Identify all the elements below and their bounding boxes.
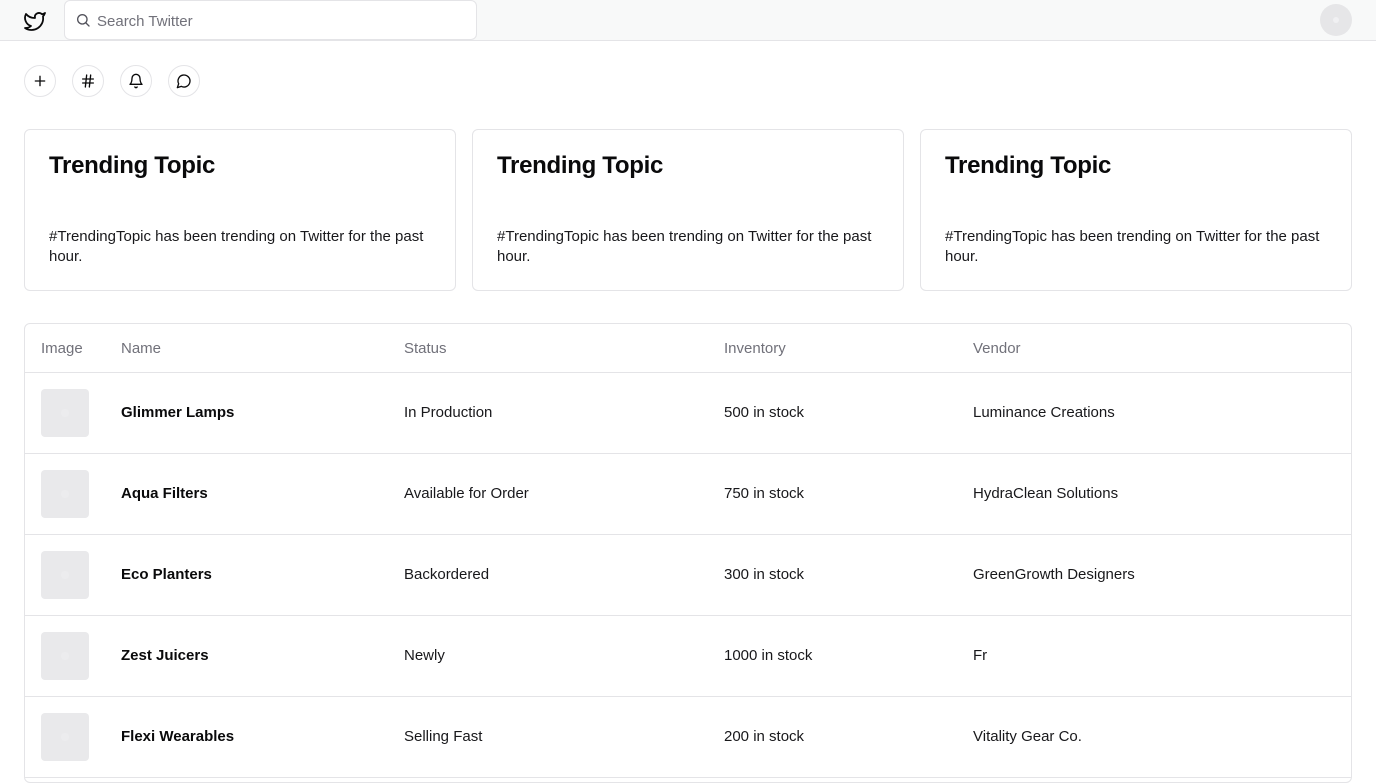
column-header-inventory: Inventory xyxy=(724,340,786,357)
search-icon xyxy=(77,14,90,27)
product-inventory: 200 in stock xyxy=(724,728,805,745)
product-vendor: GreenGrowth Designers xyxy=(973,566,1135,583)
product-vendor: HydraClean Solutions xyxy=(973,485,1119,502)
trending-card[interactable]: Trending Topic #TrendingTopic has been t… xyxy=(920,129,1352,291)
product-image xyxy=(41,632,89,680)
product-name: Eco Planters xyxy=(121,566,212,583)
product-inventory: 300 in stock xyxy=(724,566,805,583)
trending-card[interactable]: Trending Topic #TrendingTopic has been t… xyxy=(472,129,904,291)
product-status: Newly xyxy=(404,647,445,664)
product-status: Selling Fast xyxy=(404,728,483,745)
hashtag-icon xyxy=(82,74,94,88)
avatar[interactable] xyxy=(1320,4,1352,36)
card-body: #TrendingTopic has been trending on Twit… xyxy=(497,228,872,265)
hashtag-button[interactable] xyxy=(72,65,104,97)
avatar-image xyxy=(1333,17,1339,23)
column-header-status: Status xyxy=(404,340,447,357)
table-row[interactable]: Glimmer Lamps In Production 500 in stock… xyxy=(25,373,1351,454)
bell-icon xyxy=(129,73,143,89)
table-row[interactable]: Zest Juicers Newly 1000 in stock Fr xyxy=(25,616,1351,697)
table-row[interactable]: Flexi Wearables Selling Fast 200 in stoc… xyxy=(25,697,1351,778)
card-title: Trending Topic xyxy=(945,152,1112,179)
messages-button[interactable] xyxy=(168,65,200,97)
product-vendor: Vitality Gear Co. xyxy=(973,728,1082,745)
card-body: #TrendingTopic has been trending on Twit… xyxy=(945,228,1320,265)
product-image xyxy=(41,551,89,599)
product-name: Glimmer Lamps xyxy=(121,404,235,421)
column-header-image: Image xyxy=(41,340,83,357)
product-status: Available for Order xyxy=(404,485,529,502)
product-image xyxy=(41,470,89,518)
product-name: Aqua Filters xyxy=(121,485,208,502)
product-name: Flexi Wearables xyxy=(121,728,235,745)
product-inventory: 1000 in stock xyxy=(724,647,813,664)
product-inventory: 500 in stock xyxy=(724,404,805,421)
column-header-vendor: Vendor xyxy=(973,340,1021,357)
product-inventory: 750 in stock xyxy=(724,485,805,502)
card-title: Trending Topic xyxy=(49,152,216,179)
column-header-name: Name xyxy=(121,340,162,357)
search-input[interactable] xyxy=(97,10,467,32)
top-bar xyxy=(0,0,1376,41)
table-header: Image Name Status Inventory Vendor xyxy=(25,324,1351,373)
twitter-bird-icon[interactable] xyxy=(22,8,48,34)
card-body: #TrendingTopic has been trending on Twit… xyxy=(49,228,424,265)
product-status: In Production xyxy=(404,404,493,421)
table-row[interactable]: Eco Planters Backordered 300 in stock Gr… xyxy=(25,535,1351,616)
trending-card[interactable]: Trending Topic #TrendingTopic has been t… xyxy=(24,129,456,291)
card-title: Trending Topic xyxy=(497,152,664,179)
product-image xyxy=(41,389,89,437)
table-row[interactable]: Aqua Filters Available for Order 750 in … xyxy=(25,454,1351,535)
product-name: Zest Juicers xyxy=(121,647,209,664)
product-vendor: Luminance Creations xyxy=(973,404,1115,421)
message-icon xyxy=(176,74,191,89)
product-image xyxy=(41,713,89,761)
add-button[interactable] xyxy=(24,65,56,97)
products-table: Image Name Status Inventory Vendor Glimm… xyxy=(24,323,1352,783)
search-box[interactable] xyxy=(64,0,477,40)
product-status: Backordered xyxy=(404,566,490,583)
notifications-button[interactable] xyxy=(120,65,152,97)
plus-icon xyxy=(34,75,46,87)
product-vendor: Fr xyxy=(973,647,988,664)
